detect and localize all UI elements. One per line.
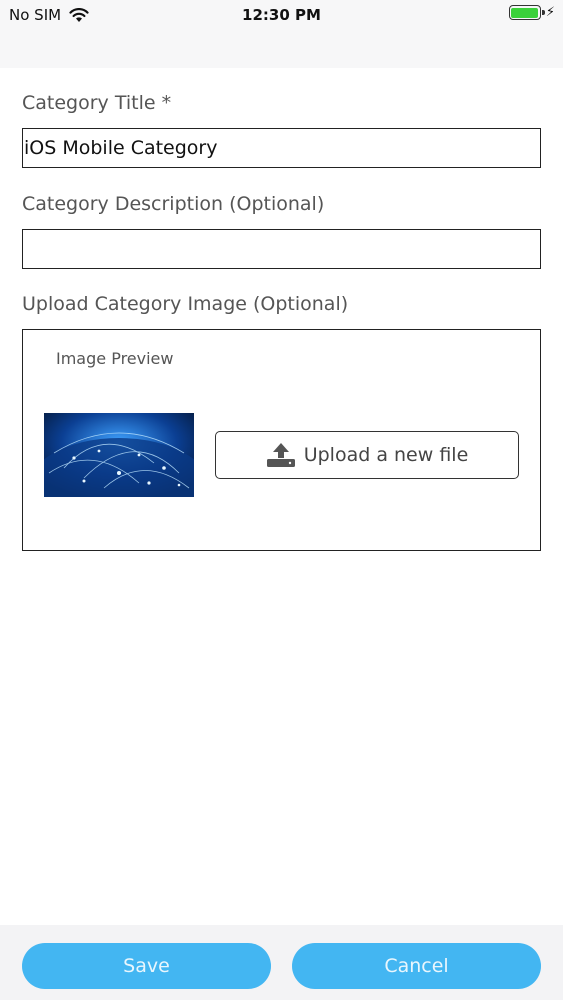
status-bar: No SIM 12:30 PM ⚡ <box>0 0 563 68</box>
upload-file-button[interactable]: Upload a new file <box>215 431 519 479</box>
save-button[interactable]: Save <box>22 943 271 989</box>
battery-icon <box>508 5 545 20</box>
upload-icon <box>266 443 295 467</box>
charging-icon: ⚡ <box>545 5 555 20</box>
category-title-label: Category Title * <box>22 92 172 114</box>
upload-image-label: Upload Category Image (Optional) <box>22 293 349 315</box>
action-bar: Save Cancel <box>0 925 563 1000</box>
battery-fill <box>511 7 539 18</box>
category-image-preview <box>44 413 194 497</box>
cancel-button[interactable]: Cancel <box>292 943 541 989</box>
upload-file-label: Upload a new file <box>303 444 469 466</box>
category-description-input[interactable] <box>22 229 541 269</box>
category-description-label: Category Description (Optional) <box>22 193 325 215</box>
category-title-input[interactable] <box>22 128 541 168</box>
battery-area: ⚡ <box>508 5 555 20</box>
image-preview-label: Image Preview <box>56 349 174 368</box>
clock: 12:30 PM <box>242 6 321 24</box>
image-upload-panel: Image Preview Upload a new file <box>22 329 541 551</box>
